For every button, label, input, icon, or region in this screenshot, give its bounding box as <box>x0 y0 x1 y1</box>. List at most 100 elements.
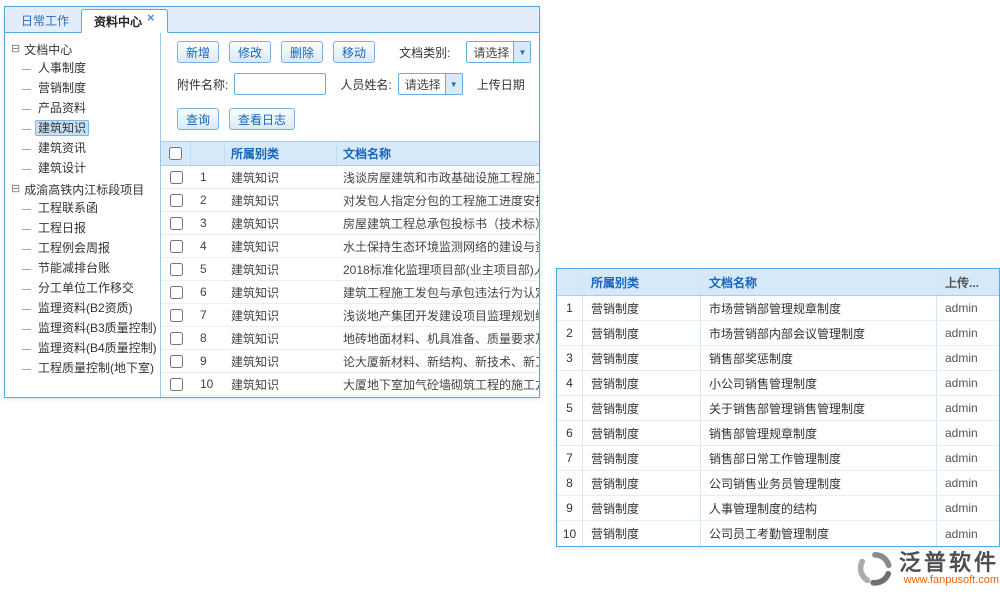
tree-item-label: 工程质量控制(地下室) <box>35 360 157 376</box>
row-checkbox[interactable] <box>170 171 183 184</box>
table-row[interactable]: 6营销制度销售部管理规章制度admin <box>557 421 999 446</box>
row-number: 9 <box>557 496 583 520</box>
tree-item[interactable]: 监理资料(B4质量控制) <box>11 339 160 359</box>
query-button[interactable]: 查询 <box>177 108 219 130</box>
category-column-header: 所属别类 <box>225 142 337 165</box>
logo-site-url: www.fanpusoft.com <box>904 574 999 586</box>
delete-button[interactable]: 删除 <box>281 41 323 63</box>
row-checkbox[interactable] <box>170 217 183 230</box>
tree-item[interactable]: 建筑设计 <box>11 159 160 179</box>
table-row[interactable]: 5营销制度关于销售部管理销售管理制度admin <box>557 396 999 421</box>
table-row[interactable]: 3营销制度销售部奖惩制度admin <box>557 346 999 371</box>
table-row[interactable]: 2营销制度市场营销部内部会议管理制度admin <box>557 321 999 346</box>
table-row[interactable]: 10建筑知识大厦地下室加气砼墙砌筑工程的施工方... <box>161 373 539 396</box>
row-checkbox[interactable] <box>170 332 183 345</box>
tree-item-label: 工程日报 <box>35 220 89 236</box>
tree-item[interactable]: 建筑知识 <box>11 119 160 139</box>
table-row[interactable]: 6建筑知识建筑工程施工发包与承包违法行为认定... <box>161 281 539 304</box>
row-doc-name: 公司销售业务员管理制度 <box>701 471 937 495</box>
tree-item-label: 工程例会周报 <box>35 240 113 256</box>
add-button[interactable]: 新增 <box>177 41 219 63</box>
tree-item[interactable]: 工程联系函 <box>11 199 160 219</box>
table-row[interactable]: 9营销制度人事管理制度的结构admin <box>557 496 999 521</box>
row-checkbox[interactable] <box>170 240 183 253</box>
row-category: 建筑知识 <box>225 304 337 326</box>
row-number: 4 <box>191 235 225 257</box>
row-checkbox[interactable] <box>170 378 183 391</box>
tree-item[interactable]: 建筑资讯 <box>11 139 160 159</box>
row-checkbox[interactable] <box>170 194 183 207</box>
row-doc-name: 水土保持生态环境监测网络的建设与资... <box>337 235 539 257</box>
chevron-down-icon[interactable]: ▼ <box>445 74 462 94</box>
person-name-label: 人员姓名: <box>340 76 391 93</box>
tree-item-label: 营销制度 <box>35 80 89 96</box>
row-doc-name: 人事管理制度的结构 <box>701 496 937 520</box>
tab-daily-work[interactable]: 日常工作 <box>9 8 81 32</box>
row-uploader: admin <box>937 521 999 546</box>
doc-category-select[interactable]: 请选择 ▼ <box>466 41 531 63</box>
row-doc-name: 关于销售部管理销售管理制度 <box>701 396 937 420</box>
table-row[interactable]: 9建筑知识论大厦新材料、新结构、新技术、新工... <box>161 350 539 373</box>
tree-group-label: 文档中心 <box>24 41 72 58</box>
modify-button[interactable]: 修改 <box>229 41 271 63</box>
tree-item[interactable]: 人事制度 <box>11 59 160 79</box>
table-row[interactable]: 3建筑知识房屋建筑工程总承包投标书（技术标）... <box>161 212 539 235</box>
row-category: 建筑知识 <box>225 212 337 234</box>
row-number: 2 <box>557 321 583 345</box>
collapse-icon[interactable]: ⊟ <box>11 44 20 55</box>
row-category: 营销制度 <box>583 446 701 470</box>
tree-item-label: 监理资料(B3质量控制) <box>35 320 160 336</box>
select-all-checkbox[interactable] <box>169 147 182 160</box>
table-row[interactable]: 4建筑知识水土保持生态环境监测网络的建设与资... <box>161 235 539 258</box>
row-checkbox[interactable] <box>170 263 183 276</box>
row-number: 10 <box>557 521 583 546</box>
tree-group-label: 成渝高铁内江标段项目 <box>24 181 144 198</box>
row-checkbox[interactable] <box>170 355 183 368</box>
tree-item[interactable]: 工程质量控制(地下室) <box>11 359 160 379</box>
row-doc-name: 大厦地下室加气砼墙砌筑工程的施工方... <box>337 373 539 395</box>
tab-data-center[interactable]: 资料中心 × <box>81 9 168 33</box>
name-column-header: 文档名称 <box>701 269 937 295</box>
tab-bar: 日常工作 资料中心 × <box>5 7 539 33</box>
tree-item[interactable]: 分工单位工作移交 <box>11 279 160 299</box>
table-row[interactable]: 8建筑知识地砖地面材料、机具准备、质量要求及... <box>161 327 539 350</box>
row-doc-name: 对发包人指定分包的工程施工进度安排... <box>337 189 539 211</box>
person-name-select[interactable]: 请选择 ▼ <box>398 73 463 95</box>
attachment-name-input[interactable] <box>234 73 326 95</box>
tree-item[interactable]: 营销制度 <box>11 79 160 99</box>
tree-item[interactable]: 产品资料 <box>11 99 160 119</box>
chevron-down-icon[interactable]: ▼ <box>513 42 530 62</box>
row-checkbox[interactable] <box>170 309 183 322</box>
tree-item[interactable]: 工程例会周报 <box>11 239 160 259</box>
tree-group[interactable]: ⊟ 成渝高铁内江标段项目 <box>11 179 160 199</box>
row-checkbox[interactable] <box>170 286 183 299</box>
tree-group[interactable]: ⊟ 文档中心 <box>11 39 160 59</box>
number-column-header <box>557 269 583 295</box>
row-number: 3 <box>557 346 583 370</box>
row-doc-name: 销售部奖惩制度 <box>701 346 937 370</box>
move-button[interactable]: 移动 <box>333 41 375 63</box>
table-row[interactable]: 1建筑知识浅谈房屋建筑和市政基础设施工程施工... <box>161 166 539 189</box>
category-column-header: 所属别类 <box>583 269 701 295</box>
table-row[interactable]: 4营销制度小公司销售管理制度admin <box>557 371 999 396</box>
table-row[interactable]: 7建筑知识浅谈地产集团开发建设项目监理规划编... <box>161 304 539 327</box>
tree-item[interactable]: 工程日报 <box>11 219 160 239</box>
row-doc-name: 2018标准化监理项目部(业主项目部)人员... <box>337 258 539 280</box>
collapse-icon[interactable]: ⊟ <box>11 184 20 195</box>
table-row[interactable]: 5建筑知识2018标准化监理项目部(业主项目部)人员... <box>161 258 539 281</box>
tree-item[interactable]: 监理资料(B2资质) <box>11 299 160 319</box>
row-category: 建筑知识 <box>225 166 337 188</box>
row-category: 营销制度 <box>583 496 701 520</box>
close-icon[interactable]: × <box>147 11 155 24</box>
row-category: 建筑知识 <box>225 258 337 280</box>
table-row[interactable]: 7营销制度销售部日常工作管理制度admin <box>557 446 999 471</box>
tree-item[interactable]: 监理资料(B3质量控制) <box>11 319 160 339</box>
table-row[interactable]: 10营销制度公司员工考勤管理制度admin <box>557 521 999 546</box>
table-row[interactable]: 8营销制度公司销售业务员管理制度admin <box>557 471 999 496</box>
row-uploader: admin <box>937 371 999 395</box>
view-log-button[interactable]: 查看日志 <box>229 108 295 130</box>
table-row[interactable]: 1营销制度市场营销部管理规章制度admin <box>557 296 999 321</box>
folder-tree: ⊟ 文档中心人事制度营销制度产品资料建筑知识建筑资讯建筑设计 ⊟ 成渝高铁内江标段项目… <box>5 33 161 397</box>
table-row[interactable]: 2建筑知识对发包人指定分包的工程施工进度安排... <box>161 189 539 212</box>
tree-item[interactable]: 节能减排台账 <box>11 259 160 279</box>
